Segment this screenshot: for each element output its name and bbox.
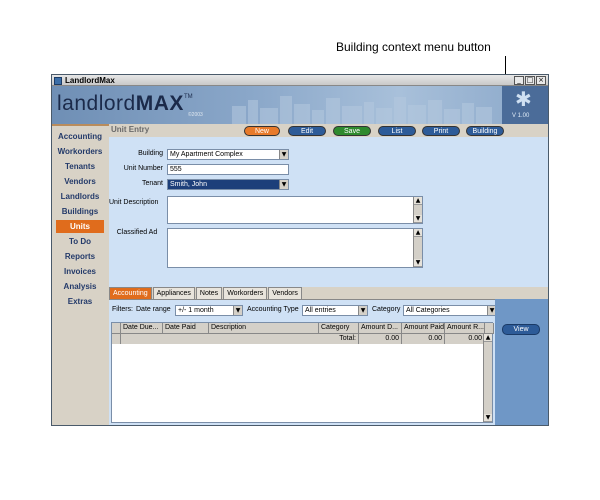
accounting-type-select[interactable]: All entries ▼ <box>302 305 368 316</box>
list-button[interactable]: List <box>378 126 416 136</box>
sidebar-item-invoices[interactable]: Invoices <box>56 265 104 278</box>
main-content: Unit Entry New Edit Save List Print Buil… <box>109 124 548 425</box>
chevron-down-icon[interactable]: ▼ <box>279 180 288 189</box>
version-badge: ✱ V 1.00 <box>502 86 548 124</box>
unit-description-textarea[interactable]: ▲ ▼ <box>167 196 423 224</box>
tab-accounting[interactable]: Accounting <box>109 287 152 299</box>
app-logo: landlordMAX <box>57 92 184 115</box>
view-button[interactable]: View <box>502 324 540 335</box>
unit-number-label: Unit Number <box>123 165 163 172</box>
tab-appliances[interactable]: Appliances <box>152 287 195 299</box>
unit-entry-form: Building My Apartment Complex ▼ Unit Num… <box>109 137 548 287</box>
scroll-down-icon[interactable]: ▼ <box>414 259 422 267</box>
callout-annotation: Building context menu button <box>336 40 491 54</box>
total-row-selector <box>112 334 121 344</box>
sidebar: Accounting Workorders Tenants Vendors La… <box>52 124 109 425</box>
table-header-corner <box>485 323 494 334</box>
total-amount-due: 0.00 <box>359 334 402 344</box>
total-amount-remaining: 0.00 <box>445 334 485 344</box>
building-select[interactable]: My Apartment Complex ▼ <box>167 149 289 160</box>
sidebar-item-accounting[interactable]: Accounting <box>56 130 104 143</box>
sidebar-item-extras[interactable]: Extras <box>56 295 104 308</box>
column-header[interactable]: Amount R... <box>445 323 485 334</box>
version-text: V 1.00 <box>512 113 530 119</box>
category-value: All Categories <box>406 307 450 314</box>
action-panel: View <box>495 299 548 425</box>
category-label: Category <box>372 306 401 313</box>
unit-number-field[interactable]: 555 <box>167 164 289 175</box>
sidebar-item-landlords[interactable]: Landlords <box>56 190 104 203</box>
date-range-value: +/- 1 month <box>178 307 214 314</box>
city-skyline-graphic <box>232 96 492 124</box>
classified-ad-label: Classified Ad <box>116 229 158 236</box>
accounting-table: Date Due... Date Paid Description Catego… <box>111 322 494 423</box>
detail-tabs: Accounting Appliances Notes Workorders V… <box>109 287 303 299</box>
page-title: Unit Entry <box>111 125 150 134</box>
edit-button[interactable]: Edit <box>288 126 326 136</box>
unit-description-label: Unit Description <box>109 199 159 206</box>
accounting-type-label: Accounting Type <box>247 306 299 313</box>
sidebar-item-todo[interactable]: To Do <box>56 235 104 248</box>
date-range-label: Date range <box>136 306 171 313</box>
scrollbar[interactable]: ▲ ▼ <box>413 197 422 223</box>
scroll-down-icon[interactable]: ▼ <box>484 414 492 422</box>
title-bar: LandlordMax _ □ × <box>52 75 548 86</box>
copyright-text: ©2003 <box>188 112 203 118</box>
classified-ad-textarea[interactable]: ▲ ▼ <box>167 228 423 268</box>
window-controls: _ □ × <box>514 76 546 85</box>
maximize-icon[interactable]: □ <box>525 76 535 85</box>
tenant-label: Tenant <box>141 180 163 187</box>
sidebar-item-reports[interactable]: Reports <box>56 250 104 263</box>
category-select[interactable]: All Categories ▼ <box>403 305 497 316</box>
scroll-up-icon[interactable]: ▲ <box>414 229 422 237</box>
table-scrollbar[interactable]: ▲ ▼ <box>483 334 492 422</box>
window-title: LandlordMax <box>65 76 115 85</box>
sidebar-item-tenants[interactable]: Tenants <box>56 160 104 173</box>
sidebar-item-buildings[interactable]: Buildings <box>56 205 104 218</box>
column-header[interactable]: Category <box>319 323 359 334</box>
save-button[interactable]: Save <box>333 126 371 136</box>
app-window: LandlordMax _ □ × landlordMAX TM ©2003 ✱ <box>51 74 549 426</box>
asterisk-logo-icon: ✱ <box>515 87 532 111</box>
tab-workorders[interactable]: Workorders <box>223 287 268 299</box>
scroll-up-icon[interactable]: ▲ <box>414 197 422 205</box>
tab-vendors[interactable]: Vendors <box>268 287 302 299</box>
accounting-type-value: All entries <box>305 307 336 314</box>
app-banner: landlordMAX TM ©2003 ✱ V 1.00 <box>52 86 548 124</box>
chevron-down-icon[interactable]: ▼ <box>358 306 367 315</box>
sidebar-item-vendors[interactable]: Vendors <box>56 175 104 188</box>
chevron-down-icon[interactable]: ▼ <box>279 150 288 159</box>
scrollbar[interactable]: ▲ ▼ <box>413 229 422 267</box>
trademark-mark: TM <box>184 94 193 100</box>
table-header-selector <box>112 323 121 334</box>
column-header[interactable]: Date Paid <box>163 323 209 334</box>
tenant-value: Smith, John <box>170 181 207 188</box>
total-amount-paid: 0.00 <box>402 334 445 344</box>
new-button[interactable]: New <box>244 126 280 136</box>
section-header: Unit Entry New Edit Save List Print Buil… <box>109 124 548 137</box>
column-header[interactable]: Amount D... <box>359 323 402 334</box>
date-range-select[interactable]: +/- 1 month ▼ <box>175 305 243 316</box>
building-value: My Apartment Complex <box>170 151 243 158</box>
accounting-panel: Filters: Date range +/- 1 month ▼ Accoun… <box>109 299 497 425</box>
scroll-down-icon[interactable]: ▼ <box>414 215 422 223</box>
print-button[interactable]: Print <box>422 126 460 136</box>
building-label: Building <box>138 150 163 157</box>
column-header[interactable]: Amount Paid <box>402 323 445 334</box>
chevron-down-icon[interactable]: ▼ <box>233 306 242 315</box>
close-icon[interactable]: × <box>536 76 546 85</box>
tab-notes[interactable]: Notes <box>195 287 223 299</box>
tenant-select[interactable]: Smith, John ▼ <box>167 179 289 190</box>
column-header[interactable]: Date Due... <box>121 323 163 334</box>
filters-label: Filters: <box>112 306 133 313</box>
total-label: Total: <box>121 334 359 344</box>
sidebar-item-workorders[interactable]: Workorders <box>56 145 104 158</box>
sidebar-item-units[interactable]: Units <box>56 220 104 233</box>
sidebar-item-analysis[interactable]: Analysis <box>56 280 104 293</box>
minimize-icon[interactable]: _ <box>514 76 524 85</box>
building-context-menu-button[interactable]: Building <box>466 126 504 136</box>
app-icon <box>54 77 62 85</box>
scroll-up-icon[interactable]: ▲ <box>484 334 492 342</box>
column-header[interactable]: Description <box>209 323 319 334</box>
